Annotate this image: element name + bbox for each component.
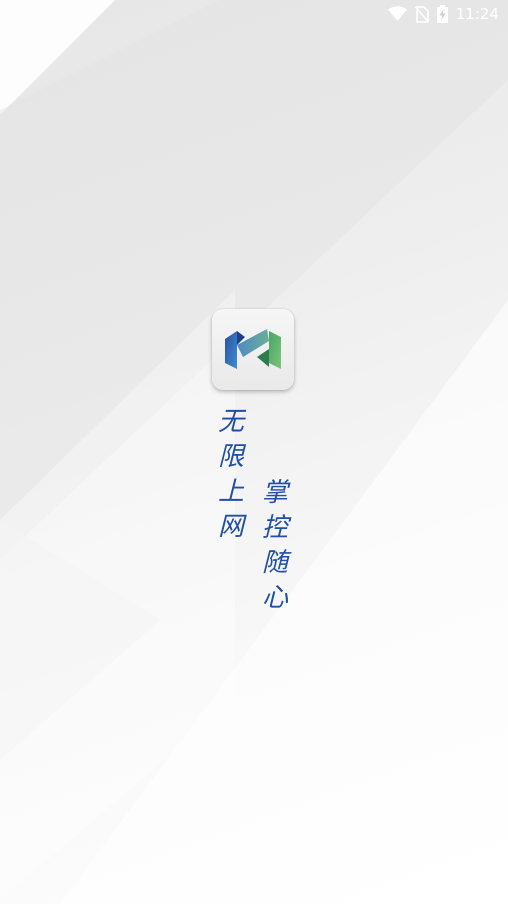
slogan-char: 控 [261, 513, 288, 543]
slogan-char: 网 [217, 512, 244, 542]
slogan-char: 随 [261, 548, 288, 578]
clock: 11:24 [455, 5, 499, 23]
battery-charging-icon [436, 5, 448, 23]
slogan-char: 无 [217, 407, 244, 437]
slogan-char: 上 [217, 477, 244, 507]
slogan-line-2: 掌 控 随 心 [260, 476, 290, 616]
no-sim-icon [414, 5, 429, 23]
slogan-char: 心 [261, 583, 288, 613]
background-decoration [0, 0, 508, 904]
slogan-char: 限 [217, 442, 244, 472]
wifi-icon [387, 6, 407, 22]
slogan-char: 掌 [261, 478, 288, 508]
status-bar: 11:24 [0, 0, 508, 28]
app-logo-icon [225, 328, 281, 369]
slogan-line-1: 无 限 上 网 [216, 405, 246, 545]
app-logo [212, 309, 294, 390]
